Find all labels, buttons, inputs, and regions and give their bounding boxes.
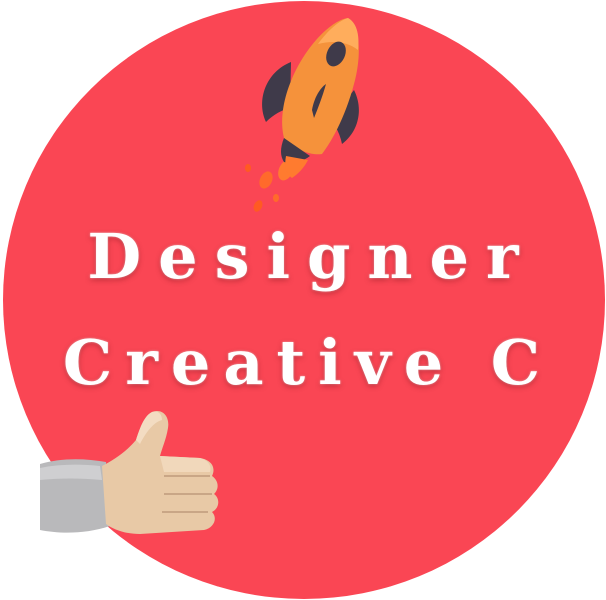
headline-creative-c: Creative C [62,326,554,399]
rocket-icon [245,18,359,212]
headline-designer: Designer [87,220,536,293]
logo-canvas: Designer Creative C [0,0,606,600]
thumbs-up-icon [40,410,219,534]
